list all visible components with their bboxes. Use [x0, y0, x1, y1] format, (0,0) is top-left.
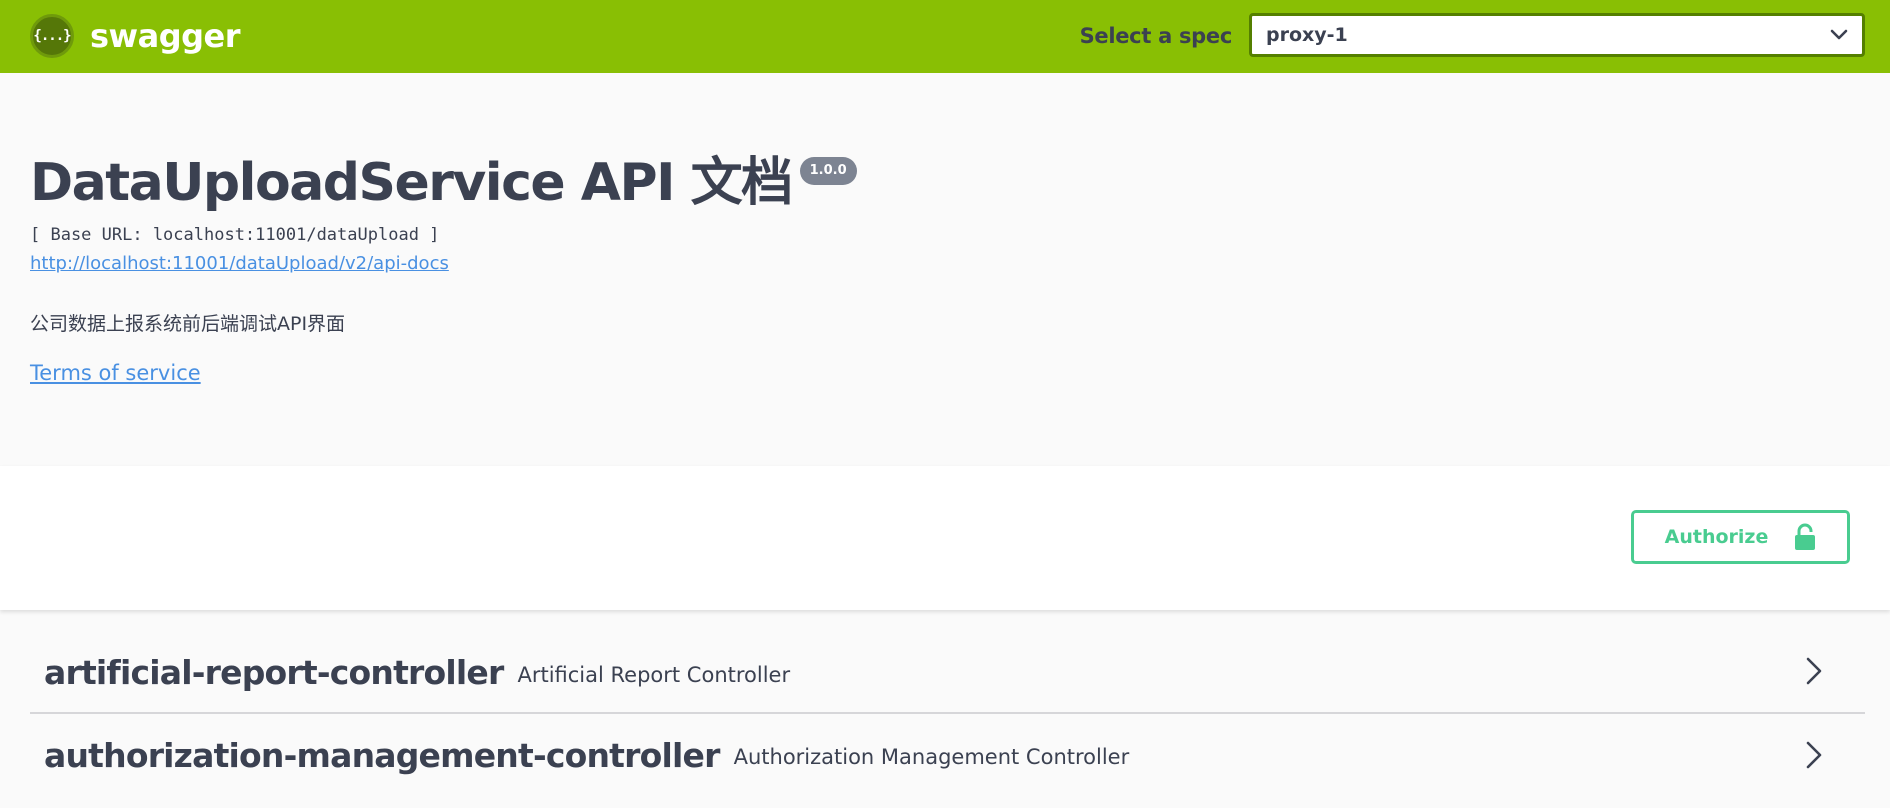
api-description: 公司数据上报系统前后端调试API界面	[30, 313, 346, 335]
brand-link[interactable]: {...} swagger	[30, 14, 241, 58]
topbar: {...} swagger Select a spec proxy-1	[0, 0, 1890, 73]
info-section: DataUploadService API 文档 1.0.0 [ Base UR…	[0, 73, 1890, 466]
authorize-label: Authorize	[1664, 526, 1769, 548]
spec-select-label: Select a spec	[1079, 24, 1233, 48]
tag-section-authorization-management-controller[interactable]: authorization-management-controller Auth…	[30, 714, 1865, 804]
chevron-right-icon[interactable]	[1805, 656, 1823, 686]
api-docs-link[interactable]: http://localhost:11001/dataUpload/v2/api…	[30, 253, 449, 274]
tag-name: artificial-report-controller	[44, 652, 504, 692]
authorize-button[interactable]: Authorize	[1631, 510, 1850, 564]
lock-icon	[1795, 523, 1816, 550]
tag-description: Authorization Management Controller	[733, 745, 1130, 769]
tag-description: Artificial Report Controller	[517, 663, 791, 687]
tag-section-artificial-report-controller[interactable]: artificial-report-controller Artificial …	[30, 632, 1865, 714]
logo-glyph: {...}	[33, 28, 71, 44]
spec-select[interactable]: proxy-1	[1249, 13, 1865, 57]
chevron-down-icon	[1830, 29, 1848, 40]
chevron-right-icon[interactable]	[1805, 740, 1823, 770]
version-badge: 1.0.0	[799, 157, 857, 185]
tag-name: authorization-management-controller	[44, 736, 720, 775]
base-url: [ Base URL: localhost:11001/dataUpload ]	[30, 225, 440, 245]
operations: artificial-report-controller Artificial …	[30, 610, 1865, 804]
page-title: DataUploadService API 文档	[30, 153, 793, 213]
terms-of-service-link[interactable]: Terms of service	[30, 361, 201, 385]
title-row: DataUploadService API 文档 1.0.0	[30, 151, 857, 215]
scheme-container: Authorize	[0, 466, 1890, 610]
swagger-logo-icon: {...}	[30, 14, 74, 58]
brand-name: swagger	[90, 17, 241, 55]
spec-select-value: proxy-1	[1266, 24, 1348, 46]
